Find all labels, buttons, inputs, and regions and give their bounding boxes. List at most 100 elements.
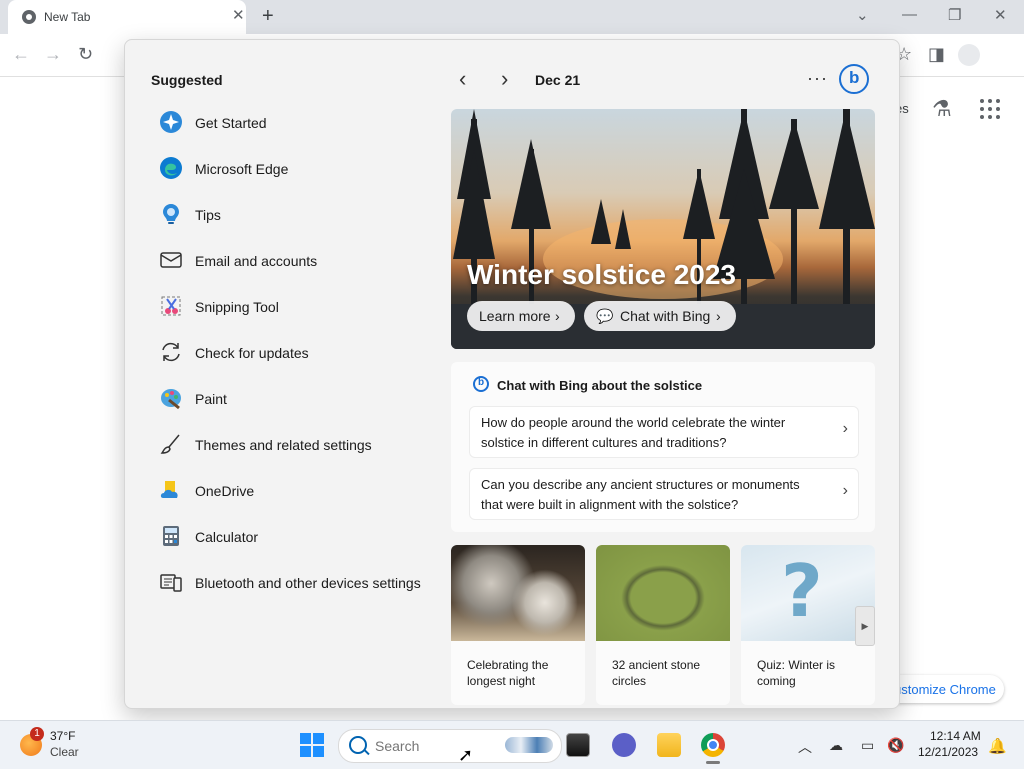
bing-logo-icon[interactable]: b [839,64,869,94]
apps-grid-icon[interactable] [980,99,1000,119]
chat-suggestions-card: b Chat with Bing about the solstice How … [451,362,875,532]
chat-bubble-icon: 💬 [596,308,614,324]
active-app-indicator [706,761,720,764]
close-window-button[interactable]: ✕ [994,6,1007,24]
news-caption: 32 ancient stone circles [612,658,701,688]
chrome-taskbar-icon[interactable] [701,733,725,757]
paint-icon [159,386,183,410]
weather-badge: 1 [30,727,44,741]
app-bluetooth-devices-settings[interactable]: Bluetooth and other devices settings [147,562,437,602]
teams-chat-icon[interactable] [612,733,636,757]
mail-icon [159,248,183,272]
app-paint[interactable]: Paint [147,378,437,418]
network-icon[interactable]: ▭ [861,737,874,754]
labs-flask-icon[interactable]: ⚗ [932,96,952,122]
new-tab-button[interactable]: + [262,6,274,26]
app-themes-settings[interactable]: Themes and related settings [147,424,437,464]
news-caption: Quiz: Winter is coming [757,658,836,688]
app-check-for-updates[interactable]: Check for updates [147,332,437,372]
app-onedrive[interactable]: OneDrive [147,470,437,510]
app-label: Bluetooth and other devices settings [195,575,421,591]
chat-heading: Chat with Bing about the solstice [497,378,703,393]
app-label: Microsoft Edge [195,161,289,177]
taskbar-date[interactable]: 12/21/2023 [918,745,978,759]
edge-icon [159,156,183,180]
chat-question-text: Can you describe any ancient structures … [481,477,800,512]
chat-with-bing-button[interactable]: 💬 Chat with Bing › [584,301,736,331]
minimize-button[interactable]: — [902,6,917,23]
news-card[interactable]: Celebrating the longest night [451,545,585,705]
tab-title: New Tab [44,10,91,24]
forward-icon[interactable]: → [44,44,62,64]
back-icon[interactable]: ← [12,44,30,64]
browser-tab[interactable]: New Tab ✕ [8,0,246,34]
widget-date: Dec 21 [535,72,581,88]
get-started-icon [159,110,183,134]
bing-small-icon: b [473,376,489,392]
windows-start-button[interactable] [300,733,324,757]
app-snipping-tool[interactable]: Snipping Tool [147,286,437,326]
brush-icon [159,432,183,456]
task-view-icon[interactable] [566,733,590,757]
mouse-cursor-icon: ➚ [458,745,474,765]
refresh-icon [159,340,183,364]
christmas-lights-image [451,545,585,641]
app-tips[interactable]: Tips [147,194,437,234]
chevron-right-icon: › [842,482,848,499]
start-menu-panel: Suggested Get Started Microsoft Edge Tip… [124,39,900,709]
side-panel-icon[interactable]: ◨ [928,44,945,64]
profile-avatar[interactable] [958,44,980,66]
app-label: Themes and related settings [195,437,372,453]
app-label: Snipping Tool [195,299,279,315]
calculator-icon [159,524,183,548]
temperature[interactable]: 37°F [50,729,75,743]
previous-day-button[interactable]: ‹ [459,68,466,90]
app-label: Get Started [195,115,267,131]
learn-more-label: Learn more [479,308,551,324]
weather-condition[interactable]: Clear [50,745,79,759]
close-tab-icon[interactable]: ✕ [232,8,245,23]
chevron-right-icon: › [716,308,721,324]
tab-search-icon[interactable]: ⌄ [856,6,869,24]
taskbar-search[interactable] [338,729,562,763]
app-label: Paint [195,391,227,407]
reload-icon[interactable]: ↻ [78,44,93,64]
onedrive-sync-icon[interactable]: ☁ [829,737,843,754]
learn-more-button[interactable]: Learn more › [467,301,575,331]
show-hidden-icons-chevron-icon[interactable]: ︿ [798,737,812,757]
app-get-started[interactable]: Get Started [147,102,437,142]
snipping-tool-icon [159,294,183,318]
app-label: OneDrive [195,483,255,499]
file-explorer-icon[interactable] [657,733,681,757]
next-day-button[interactable]: › [501,68,508,90]
chat-question[interactable]: Can you describe any ancient structures … [469,468,859,520]
app-label: Calculator [195,529,259,545]
customize-chrome-label: ustomize Chrome [894,682,996,697]
app-calculator[interactable]: Calculator [147,516,437,556]
stone-circle-image [596,545,730,641]
app-label: Email and accounts [195,253,318,269]
app-microsoft-edge[interactable]: Microsoft Edge [147,148,437,188]
notification-bell-icon[interactable]: 🔔 [988,737,1007,755]
app-email-and-accounts[interactable]: Email and accounts [147,240,437,280]
volume-muted-icon[interactable]: 🔇 [887,737,904,754]
app-label: Tips [195,207,221,223]
search-highlight-image [505,737,553,753]
search-input[interactable] [373,736,497,756]
hero-card[interactable]: Winter solstice 2023 Learn more › 💬 Chat… [451,109,875,349]
chat-question-text: How do people around the world celebrate… [481,415,786,450]
scroll-right-button[interactable]: ▶ [855,606,875,646]
app-label: Check for updates [195,345,309,361]
tips-icon [159,202,183,226]
chrome-favicon-icon [22,10,36,24]
taskbar-time[interactable]: 12:14 AM [930,729,981,743]
hero-title: Winter solstice 2023 [467,259,736,290]
onedrive-icon [159,478,183,502]
news-card[interactable]: 32 ancient stone circles [596,545,730,705]
more-options-button[interactable]: ··· [807,68,828,89]
chat-with-bing-label: Chat with Bing [620,308,711,324]
chat-question[interactable]: How do people around the world celebrate… [469,406,859,458]
restore-button[interactable]: ❐ [948,6,961,24]
news-caption: Celebrating the longest night [467,658,549,688]
chevron-right-icon: › [842,420,848,437]
